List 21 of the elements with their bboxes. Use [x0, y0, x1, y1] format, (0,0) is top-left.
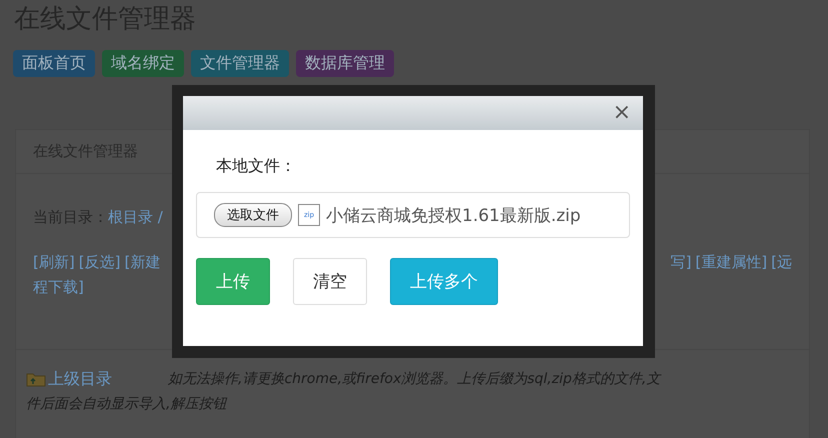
toolbar-link[interactable]: [重建属性]: [695, 253, 768, 272]
nav-button[interactable]: 文件管理器: [191, 50, 289, 77]
folder-up-icon[interactable]: [26, 371, 46, 387]
root-dir-link[interactable]: 根目录 /: [108, 208, 163, 227]
parent-dir-link[interactable]: 上级目录: [48, 367, 112, 391]
dialog-button[interactable]: 上传多个: [390, 258, 498, 305]
toolbar-link[interactable]: [刷新]: [33, 253, 75, 272]
toolbar-link[interactable]: [新建: [124, 253, 160, 272]
nav-button[interactable]: 域名绑定: [102, 50, 184, 77]
toolbar-link[interactable]: 程下载]: [33, 278, 84, 296]
close-button[interactable]: ×: [612, 102, 631, 124]
nav-button[interactable]: 面板首页: [13, 50, 95, 77]
field-label: 本地文件：: [215, 156, 297, 177]
toolbar-link[interactable]: [远: [771, 253, 792, 272]
dialog-button[interactable]: 清空: [293, 258, 367, 305]
choose-file-button[interactable]: 选取文件: [214, 203, 292, 227]
nav-button[interactable]: 数据库管理: [296, 50, 394, 77]
toolbar-link[interactable]: [反选]: [78, 253, 120, 272]
dialog-button[interactable]: 上传: [196, 258, 270, 305]
file-name: 小储云商城免授权1.61最新版.zip: [326, 204, 581, 226]
toolbar-link[interactable]: 写]: [670, 253, 692, 272]
